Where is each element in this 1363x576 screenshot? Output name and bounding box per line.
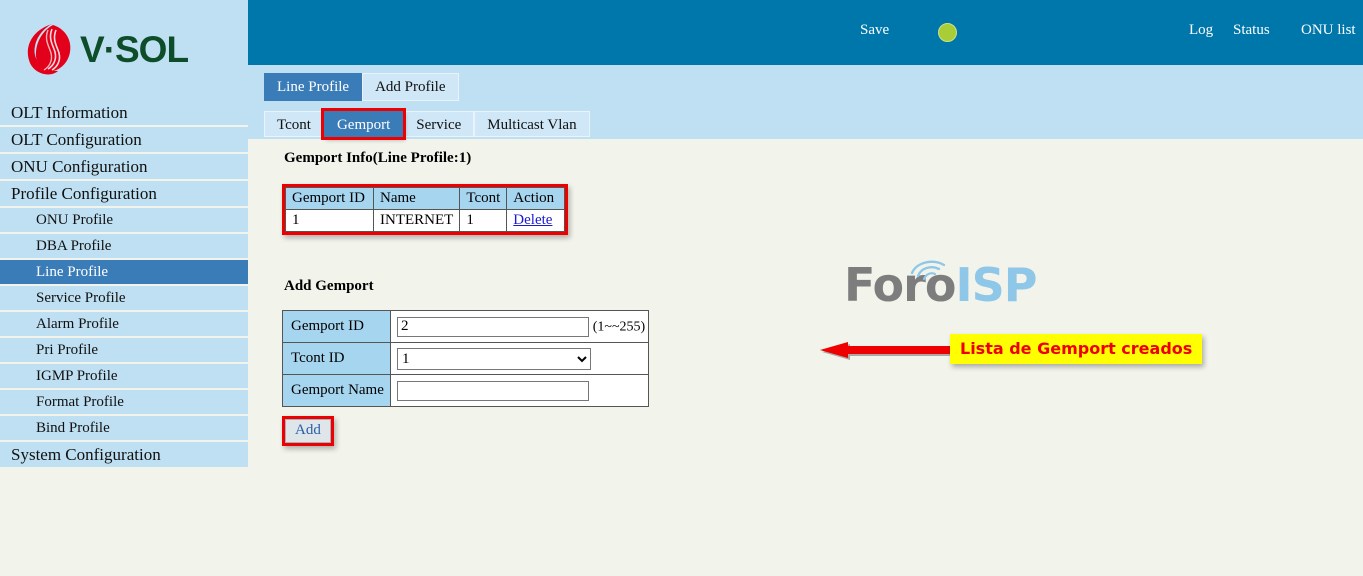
add-gemport-table: Gemport ID (1~~255) Tcont ID 1 Gemp: [282, 310, 649, 407]
tab-line-profile[interactable]: Line Profile: [264, 73, 363, 101]
brand-name: V·SOL: [80, 28, 189, 70]
sidebar-item-label: Format Profile: [36, 394, 124, 410]
cell-tcont: 1: [459, 209, 508, 232]
sidebar-item-olt-information[interactable]: OLT Information: [0, 100, 248, 127]
header-links: Log Status ONU list Logout: [943, 22, 1363, 44]
sidebar-item-igmp-profile[interactable]: IGMP Profile: [0, 364, 248, 390]
column-header-name: Name: [372, 187, 461, 210]
status-link[interactable]: Status: [1233, 22, 1270, 39]
foroisp-watermark: ForoISP: [844, 257, 1037, 317]
annotation-label: Lista de Gemport creados: [950, 334, 1203, 364]
column-header-tcont: Tcont: [459, 187, 508, 210]
sidebar-item-label: ONU Profile: [36, 212, 114, 228]
sidebar-item-label: Line Profile: [36, 264, 109, 280]
sidebar-item-dba-profile[interactable]: DBA Profile: [0, 234, 248, 260]
add-button-highlight: Add: [282, 416, 334, 446]
vsol-droplet-logo-icon: [22, 21, 74, 77]
tab-strip-area: Line Profile Add Profile Tcont Gemport S…: [248, 65, 1363, 140]
left-arrow-icon: [820, 342, 954, 360]
tab-multicast-vlan[interactable]: Multicast Vlan: [474, 111, 590, 137]
sidebar-item-label: System Configuration: [11, 445, 161, 464]
sidebar-item-format-profile[interactable]: Format Profile: [0, 390, 248, 416]
sidebar-item-label: Profile Configuration: [11, 184, 157, 203]
sidebar-item-label: Service Profile: [36, 290, 126, 306]
add-button[interactable]: Add: [285, 419, 331, 443]
gemport-info-table: Gemport ID Name Tcont Action 1 INTERNET …: [285, 187, 566, 232]
save-button[interactable]: Save: [860, 22, 889, 39]
sidebar-item-label: OLT Information: [11, 103, 128, 122]
watermark-text-blue: ISP: [955, 258, 1037, 312]
secondary-tabs: Tcont Gemport Service Multicast Vlan: [264, 108, 590, 140]
sidebar-item-alarm-profile[interactable]: Alarm Profile: [0, 312, 248, 338]
gemport-info-title: Gemport Info(Line Profile:1): [284, 150, 472, 166]
sidebar-item-label: Alarm Profile: [36, 316, 119, 332]
column-header-gemport-id: Gemport ID: [285, 187, 374, 210]
form-row-gemport-id: Gemport ID (1~~255): [282, 310, 649, 343]
primary-tabs: Line Profile Add Profile: [264, 73, 459, 101]
wifi-tower-icon: [910, 260, 946, 281]
field-gemport-id: (1~~255): [390, 310, 649, 343]
sidebar-item-bind-profile[interactable]: Bind Profile: [0, 416, 248, 442]
sidebar-item-olt-configuration[interactable]: OLT Configuration: [0, 127, 248, 154]
cell-action: Delete: [506, 209, 566, 232]
sidebar-item-service-profile[interactable]: Service Profile: [0, 286, 248, 312]
label-tcont-id: Tcont ID: [282, 342, 391, 375]
gemport-info-table-highlight: Gemport ID Name Tcont Action 1 INTERNET …: [282, 184, 569, 235]
watermark-text-gray: Foro: [844, 258, 956, 312]
sidebar-item-system-configuration[interactable]: System Configuration: [0, 442, 248, 469]
tab-add-profile[interactable]: Add Profile: [362, 73, 459, 101]
sidebar-item-line-profile[interactable]: Line Profile: [0, 260, 248, 286]
form-row-tcont-id: Tcont ID 1: [282, 342, 649, 375]
sidebar-item-label: ONU Configuration: [11, 157, 148, 176]
gemport-id-input[interactable]: [397, 316, 589, 337]
cell-gemport-id: 1: [285, 209, 374, 232]
sidebar-item-label: Bind Profile: [36, 420, 110, 436]
field-gemport-name: [390, 374, 649, 407]
form-row-gemport-name: Gemport Name: [282, 374, 649, 407]
sidebar-item-label: IGMP Profile: [36, 368, 118, 384]
sidebar-item-pri-profile[interactable]: Pri Profile: [0, 338, 248, 364]
add-gemport-title: Add Gemport: [284, 278, 374, 294]
brand-logo-area: V·SOL: [0, 0, 248, 100]
add-gemport-form: Gemport ID (1~~255) Tcont ID 1 Gemp: [282, 310, 649, 407]
log-link[interactable]: Log: [1189, 22, 1213, 39]
label-gemport-id: Gemport ID: [282, 310, 391, 343]
delete-link[interactable]: Delete: [513, 212, 552, 228]
column-header-action: Action: [506, 187, 566, 210]
table-header-row: Gemport ID Name Tcont Action: [285, 187, 566, 210]
sidebar-menu: OLT Information OLT Configuration ONU Co…: [0, 100, 248, 469]
cell-name: INTERNET: [372, 209, 461, 232]
watermark-text: ForoISP: [844, 257, 1037, 313]
sidebar-item-label: Pri Profile: [36, 342, 99, 358]
sidebar-item-profile-configuration[interactable]: Profile Configuration: [0, 181, 248, 208]
tab-service[interactable]: Service: [403, 111, 475, 137]
top-header-bar: Save Log Status ONU list Logout: [248, 0, 1363, 65]
sidebar-item-label: OLT Configuration: [11, 130, 142, 149]
gemport-id-hint: (1~~255): [592, 318, 646, 334]
tcont-id-select[interactable]: 1: [397, 347, 591, 370]
onu-list-link[interactable]: ONU list: [1301, 22, 1356, 39]
tab-tcont[interactable]: Tcont: [264, 111, 324, 137]
sidebar-item-onu-configuration[interactable]: ONU Configuration: [0, 154, 248, 181]
table-row: 1 INTERNET 1 Delete: [285, 209, 566, 232]
gemport-name-input[interactable]: [397, 380, 589, 401]
brand-logo[interactable]: V·SOL: [22, 21, 189, 77]
field-tcont-id: 1: [390, 342, 649, 375]
annotation-arrow: [814, 342, 954, 362]
sidebar: V·SOL OLT Information OLT Configuration …: [0, 0, 248, 576]
tab-gemport[interactable]: Gemport: [320, 108, 407, 140]
sidebar-item-onu-profile[interactable]: ONU Profile: [0, 208, 248, 234]
label-gemport-name: Gemport Name: [282, 374, 391, 407]
sidebar-item-label: DBA Profile: [36, 238, 112, 254]
main-content: ForoISP Gemport Info(Line Profile:1) Gem…: [248, 139, 1363, 576]
